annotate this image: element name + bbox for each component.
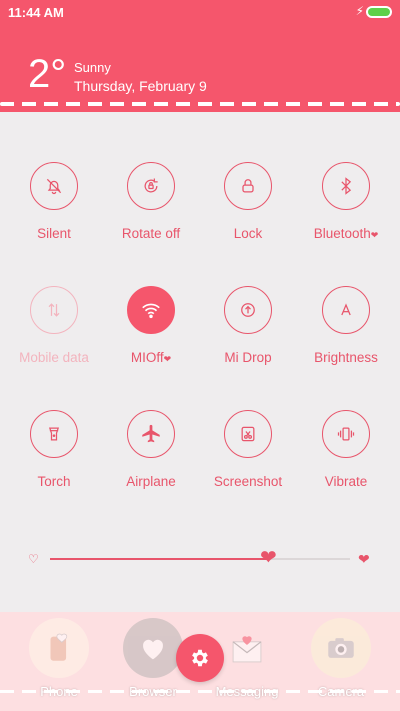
toggle-label: Silent [37,226,71,241]
heart-icon: ❤ [370,230,379,240]
upload-icon [224,286,272,334]
toggle-wifi[interactable]: MIOff❤ [101,286,201,365]
gear-icon [192,649,208,667]
toggle-label: Torch [37,474,71,489]
bluetooth-icon [322,162,370,210]
toggle-label: Screenshot [213,474,283,489]
vibrate-icon [322,410,370,458]
bell-off-icon [30,162,78,210]
toggle-label: Bluetooth [313,226,371,241]
toggle-label-row: Bluetooth❤ [296,226,396,241]
dock-app-camera[interactable]: Camera [301,618,381,699]
toggle-brightness[interactable]: Brightness [296,286,396,365]
toggle-label: Mobile data [19,350,89,365]
charging-icon: ⚡ [355,4,364,18]
slider-track[interactable] [50,558,350,560]
toggle-label-row: MIOff❤ [101,350,201,365]
battery-icon [366,6,392,18]
settings-button[interactable] [176,634,224,682]
toggle-label: Vibrate [324,474,368,489]
toggle-label: Rotate off [121,226,181,241]
heart-icon: ❤ [163,354,172,364]
toggle-bluetooth[interactable]: Bluetooth❤ [296,162,396,241]
phone-icon [29,618,89,678]
heart-filled-icon: ❤ [358,551,370,567]
mobile-data-icon [30,286,78,334]
weather-date: Thursday, February 9 [74,78,207,94]
weather-temperature[interactable]: 2° [28,52,66,96]
brightness-auto-icon [322,286,370,334]
dock-divider [0,690,400,693]
rotate-lock-icon [127,162,175,210]
toggle-vibrate[interactable]: Vibrate [296,410,396,489]
heart-outline-icon: ♡ [28,552,39,566]
toggle-label: Airplane [126,474,176,489]
brightness-slider[interactable]: ♡ ❤ ❤ [0,545,400,573]
camera-icon [311,618,371,678]
status-time: 11:44 AM [8,5,64,20]
toggle-mobile-data[interactable]: Mobile data [4,286,104,365]
toggle-mi-drop[interactable]: Mi Drop [198,286,298,365]
header-divider [0,102,400,106]
dock-app-phone[interactable]: Phone [19,618,99,699]
status-bar: 11:44 AM ⚡ [0,0,400,24]
toggle-label: Mi Drop [224,350,272,365]
lock-icon [224,162,272,210]
wifi-icon [127,286,175,334]
toggle-screenshot[interactable]: Screenshot [198,410,298,489]
toggle-label: Brightness [314,350,378,365]
browser-icon [123,618,183,678]
messaging-icon [217,618,277,678]
screenshot-icon [224,410,272,458]
slider-thumb-heart-icon[interactable]: ❤ [260,548,277,568]
toggle-rotate[interactable]: Rotate off [101,162,201,241]
toggle-silent[interactable]: Silent [4,162,104,241]
toggle-lock[interactable]: Lock [198,162,298,241]
toggle-label: Lock [233,226,263,241]
notification-header: 11:44 AM ⚡ 2° Sunny Thursday, February 9 [0,0,400,112]
slider-fill [50,558,269,560]
airplane-icon [127,410,175,458]
toggle-torch[interactable]: Torch [4,410,104,489]
toggle-airplane[interactable]: Airplane [101,410,201,489]
toggle-label: MIOff [130,350,164,365]
weather-condition: Sunny [74,60,111,75]
torch-icon [30,410,78,458]
